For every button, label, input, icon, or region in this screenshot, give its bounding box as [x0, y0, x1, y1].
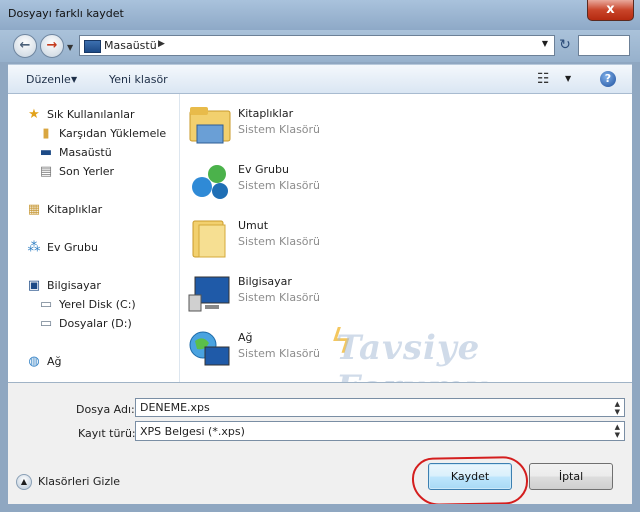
- drive-icon: ▭: [39, 316, 53, 331]
- item-type: Sistem Klasörü: [238, 347, 321, 360]
- change-view-icon[interactable]: ☷: [537, 71, 553, 87]
- address-location[interactable]: Masaüstü: [104, 39, 157, 52]
- item-type: Sistem Klasörü: [238, 179, 321, 192]
- item-type: Sistem Klasörü: [238, 291, 321, 304]
- organize-button[interactable]: Düzenle: [26, 73, 71, 86]
- file-list: Kitaplıklar Sistem Klasörü Ev Grubu Sist…: [180, 94, 632, 408]
- network-icon: [189, 331, 230, 366]
- file-type-value: XPS Belgesi (*.xps): [140, 425, 245, 438]
- sidebar-item-label: Ağ: [47, 355, 62, 368]
- file-name-field[interactable]: DENEME.xps ▲ ▼: [135, 398, 625, 417]
- libraries-folder-icon: [189, 107, 231, 144]
- homegroup-icon: ⁂: [27, 240, 41, 255]
- recent-places-icon: ▤: [39, 164, 53, 179]
- title-bar[interactable]: Dosyayı farklı kaydet x: [0, 0, 640, 30]
- sidebar-item-label: Ev Grubu: [47, 241, 98, 254]
- window-title: Dosyayı farklı kaydet: [8, 7, 124, 20]
- sidebar-item-label: Karşıdan Yüklemeler: [59, 127, 171, 140]
- item-name: Kitaplıklar: [238, 107, 294, 120]
- save-form: Dosya Adı: Kayıt türü:: [8, 382, 632, 454]
- item-name: Umut: [238, 219, 269, 232]
- breadcrumb-chevron-icon[interactable]: ▶: [158, 39, 165, 49]
- new-folder-button[interactable]: Yeni klasör: [109, 73, 168, 86]
- sidebar-item-label: Sık Kullanılanlar: [47, 108, 135, 121]
- file-type-select[interactable]: XPS Belgesi (*.xps) ▲ ▼: [135, 421, 625, 441]
- address-bar[interactable]: Masaüstü ▶ ▼: [79, 35, 555, 56]
- sidebar-item-label: Yerel Disk (C:): [59, 298, 136, 311]
- desktop-icon: [84, 40, 101, 53]
- forward-button[interactable]: →: [40, 34, 64, 58]
- file-name-label: Dosya Adı:: [76, 403, 135, 416]
- file-name-history-icon[interactable]: ▲ ▼: [615, 400, 620, 416]
- pane-splitter[interactable]: [166, 94, 180, 382]
- list-item-computer[interactable]: Bilgisayar Sistem Klasörü: [185, 269, 445, 319]
- list-item-libraries[interactable]: Kitaplıklar Sistem Klasörü: [185, 101, 445, 151]
- back-button[interactable]: ←: [13, 34, 37, 58]
- libraries-icon: ▦: [27, 202, 41, 217]
- view-dropdown-icon[interactable]: ▼: [565, 74, 571, 83]
- command-toolbar: Düzenle ▼ Yeni klasör ☷ ▼ ?: [8, 64, 632, 94]
- window-frame-bottom: [0, 504, 640, 512]
- close-button[interactable]: x: [587, 0, 634, 21]
- user-folder-icon: [192, 220, 226, 258]
- save-as-dialog: Dosyayı farklı kaydet x ← → ▼ Masaüstü ▶…: [0, 0, 640, 512]
- homegroup-icon: [192, 165, 228, 199]
- list-item-homegroup[interactable]: Ev Grubu Sistem Klasörü: [185, 157, 445, 207]
- desktop-icon: ▬: [39, 145, 53, 160]
- computer-icon: ▣: [27, 278, 41, 293]
- navigation-pane: ★ Sık Kullanılanlar ▮ Karşıdan Yüklemele…: [8, 94, 171, 382]
- address-dropdown-icon[interactable]: ▼: [542, 39, 548, 48]
- refresh-button[interactable]: ↻: [556, 35, 574, 56]
- sidebar-item-label: Bilgisayar: [47, 279, 101, 292]
- downloads-folder-icon: ▮: [42, 126, 50, 141]
- sidebar-item-label: Kitaplıklar: [47, 203, 103, 216]
- network-icon: ◍: [28, 354, 40, 369]
- star-icon: ★: [28, 107, 40, 122]
- hide-folders-label: Klasörleri Gizle: [38, 475, 121, 488]
- help-icon[interactable]: ?: [600, 71, 616, 87]
- item-type: Sistem Klasörü: [238, 235, 321, 248]
- search-input[interactable]: [578, 35, 630, 56]
- list-item-user-folder[interactable]: Umut Sistem Klasörü: [185, 213, 445, 263]
- forward-arrow-icon: →: [46, 38, 58, 53]
- annotation-circle: [411, 455, 529, 507]
- cancel-button[interactable]: İptal: [529, 463, 613, 490]
- hide-folders-toggle[interactable]: ▲ Klasörleri Gizle: [16, 474, 120, 490]
- computer-icon: [188, 276, 230, 312]
- sidebar-item-label: Son Yerler: [59, 165, 115, 178]
- recent-pages-dropdown-icon[interactable]: ▼: [67, 43, 73, 52]
- item-name: Ağ: [238, 331, 253, 344]
- file-type-label: Kayıt türü:: [78, 427, 136, 440]
- item-type: Sistem Klasörü: [238, 123, 321, 136]
- chevron-up-icon: ▲: [16, 474, 32, 490]
- item-name: Ev Grubu: [238, 163, 289, 176]
- organize-dropdown-icon[interactable]: ▼: [71, 75, 77, 84]
- file-name-value[interactable]: DENEME.xps: [140, 401, 210, 414]
- item-name: Bilgisayar: [238, 275, 292, 288]
- sidebar-item-label: Masaüstü: [59, 146, 112, 159]
- drive-icon: ▭: [39, 297, 53, 312]
- sidebar-item-label: Dosyalar (D:): [59, 317, 132, 330]
- file-type-dropdown-icon[interactable]: ▲ ▼: [615, 423, 620, 439]
